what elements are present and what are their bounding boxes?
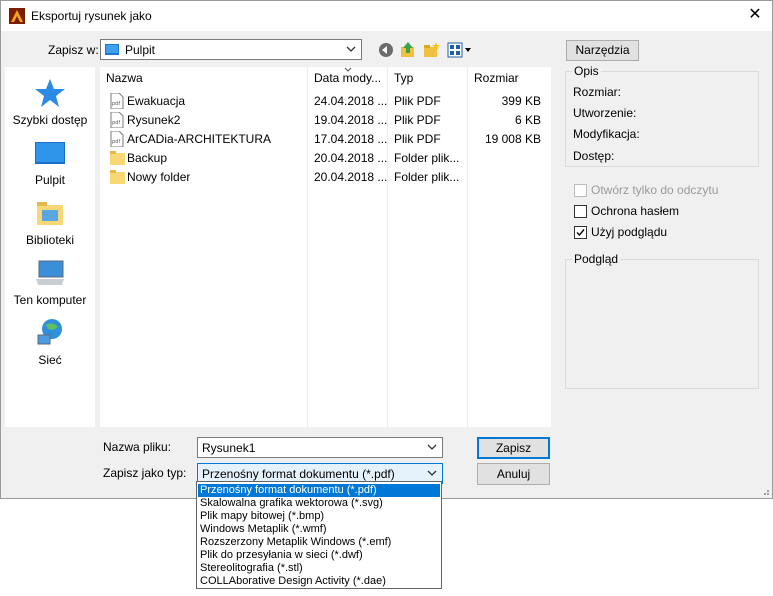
password-label: Ochrona hasłem (591, 204, 680, 218)
file-date: 20.04.2018 ... (314, 170, 388, 184)
pdf-file-icon: pdf (110, 131, 124, 147)
column-header-type[interactable]: Typ (388, 67, 468, 89)
svg-text:pdf: pdf (112, 139, 120, 145)
places-bar: Szybki dostęp Pulpit Biblioteki Ten komp… (5, 67, 95, 427)
libraries-icon (37, 202, 63, 225)
filetype-option[interactable]: Rozszerzony Metaplik Windows (*.emf) (198, 536, 440, 549)
file-row[interactable]: pdf ArCADia-ARCHITEKTURA 17.04.2018 ... … (100, 130, 551, 149)
pdf-file-icon: pdf (110, 112, 124, 128)
checkmark-icon (576, 229, 585, 237)
filetype-option[interactable]: Stereolitografia (*.stl) (198, 562, 440, 575)
file-row[interactable]: Nowy folder 20.04.2018 ... Folder plik..… (100, 168, 551, 187)
filetype-option[interactable]: Plik mapy bitowej (*.bmp) (198, 510, 440, 523)
filetype-value: Przenośny format dokumentu (*.pdf) (202, 467, 395, 481)
new-folder-icon[interactable] (422, 41, 440, 59)
computer-icon (36, 260, 64, 285)
description-title: Opis (572, 64, 601, 78)
save-in-value: Pulpit (125, 43, 156, 57)
sort-arrow-icon (344, 67, 352, 72)
filename-label: Nazwa pliku: (103, 440, 172, 454)
chevron-down-icon (427, 444, 437, 450)
save-button[interactable]: Zapisz (477, 437, 550, 459)
password-checkbox[interactable] (574, 205, 587, 218)
filetype-option[interactable]: Plik do przesyłania w sieci (*.dwf) (198, 549, 440, 562)
file-name: ArCADia-ARCHITEKTURA (127, 132, 272, 146)
filetype-option[interactable]: Skalowalna grafika wektorowa (*.svg) (198, 497, 440, 510)
file-row[interactable]: pdf Rysunek2 19.04.2018 ... Plik PDF 6 K… (100, 111, 551, 130)
file-row[interactable]: Backup 20.04.2018 ... Folder plik... (100, 149, 551, 168)
filetype-option[interactable]: Przenośny format dokumentu (*.pdf) (198, 484, 440, 497)
filetype-dropdown-list[interactable]: Przenośny format dokumentu (*.pdf) Skalo… (196, 481, 442, 589)
back-icon[interactable] (377, 41, 395, 59)
desktop-icon (35, 142, 65, 164)
file-date: 24.04.2018 ... (314, 94, 388, 108)
file-name: Backup (127, 151, 168, 165)
app-icon (9, 8, 25, 24)
folder-icon (110, 151, 125, 165)
file-size: 19 008 KB (484, 132, 541, 146)
close-button[interactable]: ✕ (738, 1, 772, 31)
file-name: Nowy folder (127, 170, 191, 184)
window-title: Eksportuj rysunek jako (31, 9, 152, 23)
place-this-pc[interactable]: Ten komputer (5, 257, 95, 307)
up-folder-icon[interactable] (399, 41, 417, 59)
file-name: Ewakuacja (127, 94, 186, 108)
file-type: Plik PDF (394, 132, 441, 146)
export-dialog: Eksportuj rysunek jako ✕ Zapisz w: Pulpi… (0, 0, 773, 499)
preview-checkbox[interactable] (574, 226, 587, 239)
view-menu-icon[interactable] (447, 41, 473, 59)
place-quick-access[interactable]: Szybki dostęp (5, 77, 95, 127)
file-date: 19.04.2018 ... (314, 113, 388, 127)
filetype-label: Zapisz jako typ: (103, 466, 187, 480)
close-icon: ✕ (748, 6, 762, 23)
network-icon (37, 319, 62, 345)
description-group: Opis Rozmiar: Utworzenie: Modyfikacja: D… (565, 64, 759, 167)
file-date: 20.04.2018 ... (314, 151, 388, 165)
chevron-down-icon (346, 46, 356, 52)
cancel-button[interactable]: Anuluj (477, 463, 550, 485)
filename-value: Rysunek1 (202, 441, 256, 455)
file-type: Folder plik... (394, 151, 460, 165)
preview-title: Podgląd (572, 252, 621, 266)
desktop-small-icon (105, 44, 119, 55)
file-date: 17.04.2018 ... (314, 132, 388, 146)
read-only-checkbox[interactable] (574, 184, 587, 197)
svg-text:pdf: pdf (112, 101, 120, 107)
place-network[interactable]: Sieć (5, 317, 95, 367)
chevron-down-icon (427, 470, 437, 476)
resize-grip-icon[interactable] (760, 486, 770, 496)
access-label: Dostęp: (573, 149, 615, 163)
file-row[interactable]: pdf Ewakuacja 24.04.2018 ... Plik PDF 39… (100, 92, 551, 111)
file-size: 6 KB (514, 113, 541, 127)
file-type: Folder plik... (394, 170, 460, 184)
tools-button[interactable]: Narzędzia (566, 40, 639, 61)
star-icon (35, 79, 65, 107)
size-label: Rozmiar: (573, 85, 622, 99)
file-name: Rysunek2 (127, 113, 181, 127)
read-only-label: Otwórz tylko do odczytu (591, 183, 719, 197)
folder-icon (110, 170, 125, 184)
file-list[interactable]: Nazwa Data mody... Typ Rozmiar pdf Ewaku… (100, 67, 551, 427)
svg-text:pdf: pdf (112, 120, 120, 126)
file-size: 399 KB (501, 94, 541, 108)
filename-input[interactable]: Rysunek1 (197, 437, 443, 458)
column-header-size[interactable]: Rozmiar (468, 67, 551, 89)
filetype-option[interactable]: COLLAborative Design Activity (*.dae) (198, 575, 440, 588)
file-type: Plik PDF (394, 94, 441, 108)
save-in-label: Zapisz w: (48, 43, 99, 57)
place-libraries[interactable]: Biblioteki (5, 197, 95, 247)
column-header-name[interactable]: Nazwa (100, 67, 308, 89)
modified-label: Modyfikacja: (573, 127, 640, 141)
filetype-option[interactable]: Windows Metaplik (*.wmf) (198, 523, 440, 536)
place-desktop[interactable]: Pulpit (5, 137, 95, 187)
title-bar: Eksportuj rysunek jako ✕ (1, 1, 772, 31)
preview-label: Użyj podglądu (591, 225, 668, 239)
save-in-combo[interactable]: Pulpit (100, 39, 362, 60)
pdf-file-icon: pdf (110, 93, 124, 109)
preview-group: Podgląd (565, 252, 759, 389)
created-label: Utworzenie: (573, 106, 637, 120)
file-type: Plik PDF (394, 113, 441, 127)
